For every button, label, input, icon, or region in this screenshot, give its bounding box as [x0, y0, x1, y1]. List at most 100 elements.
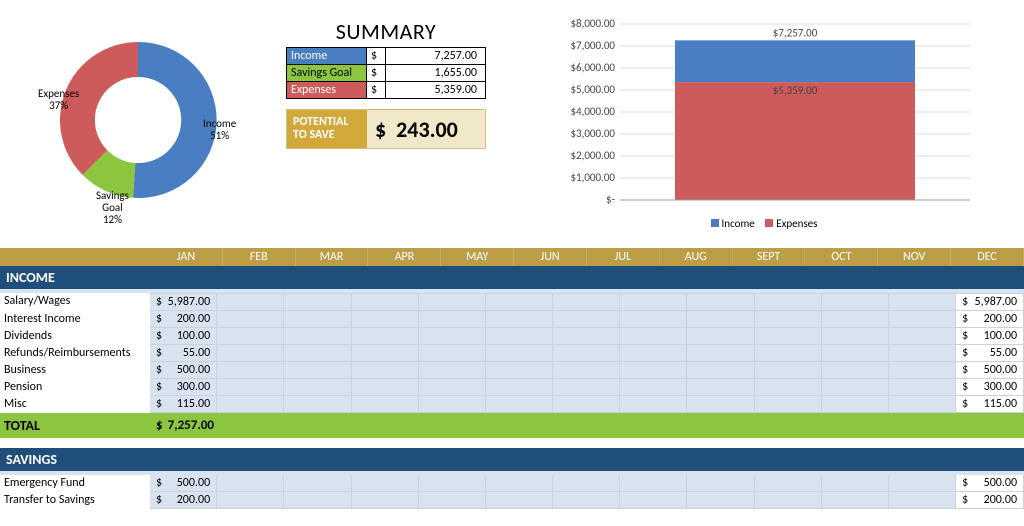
data-cell[interactable] [419, 379, 486, 396]
data-cell[interactable] [486, 311, 553, 328]
data-cell[interactable] [755, 475, 822, 492]
data-cell[interactable] [284, 345, 351, 362]
data-cell[interactable] [419, 492, 486, 509]
data-cell[interactable] [486, 396, 553, 413]
data-cell[interactable] [217, 492, 284, 509]
data-cell[interactable]: $100.00 [150, 328, 217, 345]
data-cell[interactable] [553, 328, 620, 345]
data-cell[interactable] [620, 396, 687, 413]
data-cell[interactable] [620, 475, 687, 492]
data-cell[interactable] [687, 492, 754, 509]
data-cell[interactable] [620, 293, 687, 311]
data-cell[interactable] [553, 293, 620, 311]
data-cell[interactable] [889, 362, 956, 379]
data-cell[interactable] [755, 379, 822, 396]
data-cell[interactable]: $300.00 [150, 379, 217, 396]
data-cell[interactable] [352, 328, 419, 345]
data-cell[interactable] [352, 396, 419, 413]
data-cell[interactable]: $500.00 [150, 362, 217, 379]
data-cell[interactable] [687, 475, 754, 492]
data-cell[interactable] [284, 492, 351, 509]
data-cell[interactable] [889, 492, 956, 509]
data-cell[interactable] [822, 475, 889, 492]
data-cell[interactable] [419, 475, 486, 492]
data-cell[interactable] [352, 492, 419, 509]
data-cell[interactable] [822, 362, 889, 379]
data-cell[interactable] [889, 311, 956, 328]
data-cell[interactable] [687, 396, 754, 413]
data-cell[interactable] [687, 362, 754, 379]
data-cell[interactable] [217, 311, 284, 328]
data-cell[interactable] [352, 379, 419, 396]
data-cell[interactable] [419, 362, 486, 379]
data-cell[interactable] [687, 311, 754, 328]
data-cell[interactable] [217, 293, 284, 311]
data-cell[interactable] [889, 379, 956, 396]
data-cell[interactable] [553, 379, 620, 396]
data-cell[interactable]: $5,987.00 [150, 293, 217, 311]
data-cell[interactable] [755, 328, 822, 345]
data-cell[interactable] [217, 362, 284, 379]
data-cell[interactable] [352, 293, 419, 311]
data-cell[interactable] [755, 362, 822, 379]
data-cell[interactable]: $200.00 [150, 492, 217, 509]
data-cell[interactable] [620, 362, 687, 379]
data-cell[interactable]: $200.00 [150, 311, 217, 328]
data-cell[interactable] [687, 293, 754, 311]
data-cell[interactable] [284, 362, 351, 379]
data-cell[interactable] [620, 345, 687, 362]
data-cell[interactable] [486, 345, 553, 362]
data-cell[interactable] [687, 345, 754, 362]
data-cell[interactable] [620, 328, 687, 345]
data-cell[interactable] [822, 396, 889, 413]
data-cell[interactable] [486, 475, 553, 492]
data-cell[interactable] [217, 379, 284, 396]
data-cell[interactable] [889, 396, 956, 413]
data-cell[interactable] [755, 492, 822, 509]
data-cell[interactable] [687, 328, 754, 345]
data-cell[interactable] [352, 345, 419, 362]
data-cell[interactable] [284, 328, 351, 345]
data-cell[interactable] [352, 475, 419, 492]
data-cell[interactable] [822, 379, 889, 396]
data-cell[interactable] [352, 311, 419, 328]
data-cell[interactable] [486, 379, 553, 396]
data-cell[interactable] [755, 345, 822, 362]
data-cell[interactable] [486, 328, 553, 345]
data-cell[interactable] [553, 362, 620, 379]
data-cell[interactable] [553, 475, 620, 492]
data-cell[interactable] [486, 362, 553, 379]
data-cell[interactable] [284, 293, 351, 311]
data-cell[interactable] [217, 345, 284, 362]
data-cell[interactable] [620, 492, 687, 509]
data-cell[interactable] [889, 345, 956, 362]
data-cell[interactable] [553, 345, 620, 362]
data-cell[interactable] [553, 492, 620, 509]
data-cell[interactable] [419, 396, 486, 413]
data-cell[interactable] [620, 379, 687, 396]
data-cell[interactable] [217, 328, 284, 345]
data-cell[interactable] [889, 328, 956, 345]
data-cell[interactable] [352, 362, 419, 379]
data-cell[interactable] [217, 396, 284, 413]
data-cell[interactable] [284, 396, 351, 413]
data-cell[interactable] [822, 345, 889, 362]
data-cell[interactable]: $115.00 [150, 396, 217, 413]
data-cell[interactable] [889, 293, 956, 311]
data-cell[interactable] [217, 475, 284, 492]
data-cell[interactable] [284, 475, 351, 492]
data-cell[interactable] [620, 311, 687, 328]
data-cell[interactable] [822, 311, 889, 328]
data-cell[interactable] [284, 311, 351, 328]
data-cell[interactable] [822, 492, 889, 509]
data-cell[interactable] [419, 345, 486, 362]
data-cell[interactable] [822, 293, 889, 311]
data-cell[interactable]: $500.00 [150, 475, 217, 492]
data-cell[interactable] [889, 475, 956, 492]
data-cell[interactable] [486, 492, 553, 509]
data-cell[interactable] [755, 311, 822, 328]
data-cell[interactable] [553, 311, 620, 328]
data-cell[interactable] [755, 293, 822, 311]
data-cell[interactable] [486, 293, 553, 311]
data-cell[interactable] [419, 328, 486, 345]
